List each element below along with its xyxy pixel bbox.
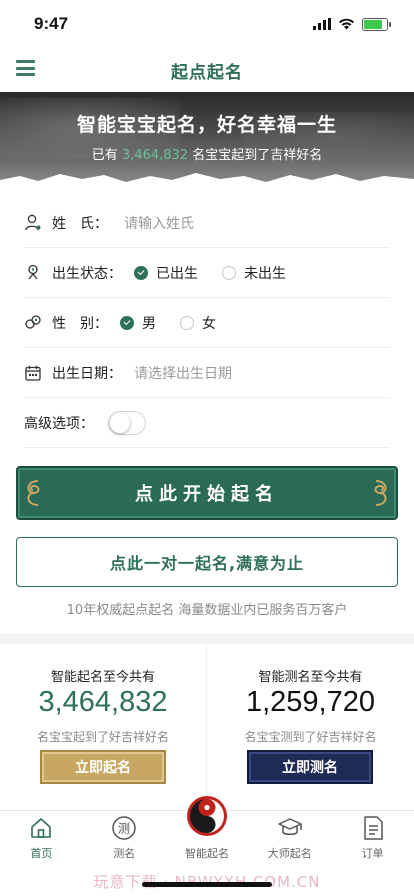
user-icon	[24, 214, 42, 232]
advanced-row: 高级选项：	[24, 398, 390, 448]
banner-sub-prefix: 已有	[91, 148, 122, 163]
radio-male[interactable]: 男	[120, 313, 156, 333]
watermark: 玩意下载 · NBWYXH.COM.CN	[93, 872, 319, 891]
tagline: 10年权威起点起名 海量数据业内已服务百万客户	[66, 603, 348, 618]
testing-stats: 智能测名至今共有 1,259,720 名宝宝测到了好吉祥好名 立即测名	[207, 644, 414, 810]
battery-level	[364, 19, 382, 29]
home-indicator[interactable]	[142, 882, 272, 887]
status-icons	[313, 17, 391, 31]
section-divider	[0, 634, 414, 644]
svg-text:测: 测	[118, 822, 130, 836]
surname-input[interactable]: 请输入姓氏	[124, 213, 194, 233]
radio-unborn-label: 未出生	[244, 265, 286, 282]
test-name-icon: 测	[111, 815, 137, 841]
radio-unborn[interactable]: 未出生	[222, 263, 286, 283]
naming-stats-number: 3,464,832	[38, 686, 168, 718]
tab-home-label: 首页	[30, 847, 53, 860]
radio-female-indicator	[180, 315, 194, 330]
birth-status-row: 出生状态： 已出生 未出生	[24, 248, 390, 298]
yin-yang-icon	[186, 796, 227, 836]
radio-female-label: 女	[202, 315, 216, 332]
radio-male-label: 男	[142, 315, 156, 332]
order-icon	[360, 815, 386, 841]
tab-smart-naming[interactable]: 智能起名	[166, 796, 249, 867]
radio-born-indicator	[134, 265, 148, 280]
gender-label: 性 别：	[52, 315, 108, 332]
hero-banner: 智能宝宝起名，好名幸福一生 已有 3,464,832 名宝宝起到了吉祥好名	[0, 92, 414, 188]
testing-stats-title: 智能测名至今共有	[258, 670, 363, 685]
status-time: 9:47	[34, 14, 69, 33]
birth-date-picker[interactable]: 请选择出生日期	[134, 363, 232, 383]
gender-options: 男 女	[120, 313, 216, 333]
radio-born[interactable]: 已出生	[134, 263, 198, 283]
tab-master-naming[interactable]: 大师起名	[248, 811, 331, 867]
gender-icon	[24, 314, 42, 332]
menu-icon[interactable]	[16, 60, 35, 76]
radio-female[interactable]: 女	[180, 313, 216, 333]
radio-unborn-indicator	[222, 265, 236, 280]
banner-count: 3,464,832	[121, 148, 189, 163]
home-icon	[28, 815, 54, 841]
naming-stats: 智能起名至今共有 3,464,832 名宝宝起到了好吉祥好名 立即起名	[0, 644, 207, 810]
one-on-one-button[interactable]: 点此一对一起名,满意为止	[16, 537, 398, 587]
birth-date-row: 出生日期： 请选择出生日期	[24, 348, 390, 398]
test-now-button[interactable]: 立即测名	[247, 750, 373, 784]
testing-stats-number: 1,259,720	[245, 686, 375, 718]
naming-stats-sub: 名宝宝起到了好吉祥好名	[36, 730, 169, 744]
name-now-button[interactable]: 立即起名	[40, 750, 166, 784]
toggle-knob	[110, 412, 130, 433]
advanced-toggle[interactable]	[108, 410, 146, 435]
stats-section: 智能起名至今共有 3,464,832 名宝宝起到了好吉祥好名 立即起名 智能测名…	[0, 644, 414, 810]
tab-test-name[interactable]: 测 测名	[83, 811, 166, 867]
tab-home[interactable]: 首页	[0, 811, 83, 867]
wifi-icon	[339, 18, 354, 30]
ornament-right-icon	[374, 480, 387, 506]
one-on-one-label: 点此一对一起名,满意为止	[109, 554, 305, 573]
signal-icon	[313, 18, 331, 30]
calendar-icon	[24, 364, 42, 382]
start-naming-button[interactable]: 点此开始起名	[16, 466, 398, 520]
status-bar: 9:47	[0, 0, 414, 48]
banner-sub-suffix: 名宝宝起到了吉祥好名	[188, 148, 323, 163]
testing-stats-sub: 名宝宝测到了好吉祥好名	[244, 730, 377, 744]
surname-label: 姓 氏：	[52, 215, 108, 232]
birth-date-label: 出生日期：	[52, 365, 122, 382]
ornament-left-icon	[27, 480, 40, 506]
page-title: 起点起名	[171, 62, 243, 83]
radio-male-indicator	[120, 315, 134, 330]
banner-subtitle: 已有 3,464,832 名宝宝起到了吉祥好名	[0, 144, 414, 163]
tab-smart-naming-label: 智能起名	[184, 847, 229, 860]
naming-stats-title: 智能起名至今共有	[50, 670, 155, 685]
tab-bar: 首页 测 测名 智能起名 大师起名 订单	[0, 796, 414, 867]
naming-form: 姓 氏： 请输入姓氏 出生状态： 已出生 未出生 性 别： 男 女 出生日期： …	[24, 198, 390, 448]
gender-row: 性 别： 男 女	[24, 298, 390, 348]
nav-bar: 起点起名	[0, 48, 414, 92]
tab-orders-label: 订单	[361, 847, 384, 860]
tab-master-naming-label: 大师起名	[267, 847, 312, 860]
banner-title: 智能宝宝起名，好名幸福一生	[76, 114, 337, 136]
tab-orders[interactable]: 订单	[331, 811, 414, 867]
birth-status-options: 已出生 未出生	[134, 263, 286, 283]
tab-test-name-label: 测名	[113, 847, 136, 860]
battery-icon	[362, 17, 391, 31]
start-naming-label: 点此开始起名	[135, 484, 279, 505]
graduation-cap-icon	[277, 815, 303, 841]
advanced-label: 高级选项：	[24, 415, 94, 432]
torn-edge-decoration	[0, 173, 414, 188]
surname-row: 姓 氏： 请输入姓氏	[24, 198, 390, 248]
birth-status-label: 出生状态：	[52, 265, 122, 282]
baby-icon	[24, 264, 42, 282]
radio-born-label: 已出生	[156, 265, 198, 282]
